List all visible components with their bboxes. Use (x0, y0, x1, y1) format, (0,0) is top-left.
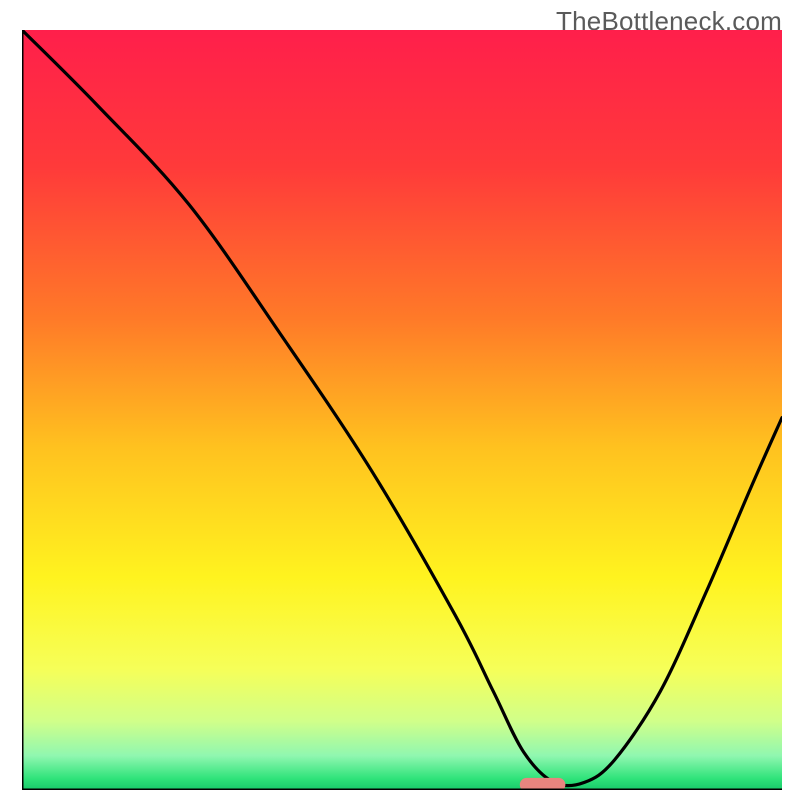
chart-root: TheBottleneck.com (0, 0, 800, 800)
optimal-marker (520, 778, 566, 790)
chart-area (22, 30, 782, 790)
bottleneck-chart-svg (22, 30, 782, 790)
